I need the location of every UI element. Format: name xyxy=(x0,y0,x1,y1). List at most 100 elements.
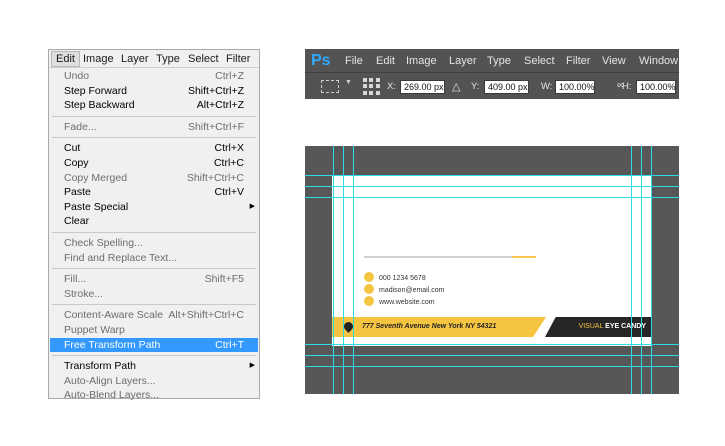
menu-item-fade[interactable]: Fade... Shift+Ctrl+F xyxy=(50,120,258,135)
email-text: madison@email.com xyxy=(379,287,445,294)
guide-vertical[interactable] xyxy=(343,146,344,394)
menubar-select[interactable]: Select xyxy=(184,51,223,67)
w-field[interactable]: 100.00% xyxy=(555,80,595,94)
menu-item-paste-special[interactable]: Paste Special ▶ xyxy=(50,200,258,215)
menu-item-cut[interactable]: Cut Ctrl+X xyxy=(50,141,258,156)
brand-bold: EYE CANDY xyxy=(605,323,646,330)
menu-item-label: Auto-Blend Layers... xyxy=(64,389,160,402)
menubar-layer[interactable]: Layer xyxy=(117,51,153,67)
menu-item-label: Copy xyxy=(64,156,89,169)
menu-item-shortcut: Shift+Ctrl+F xyxy=(187,120,244,133)
ps-menu-layer[interactable]: Layer xyxy=(449,49,477,73)
guide-horizontal[interactable] xyxy=(305,344,679,345)
reference-point-grid-icon[interactable] xyxy=(362,77,381,96)
menubar-image[interactable]: Image xyxy=(79,51,118,67)
ps-logo: Ps xyxy=(311,52,331,69)
y-field[interactable]: 409.00 px xyxy=(484,80,529,94)
submenu-arrow-icon: ▶ xyxy=(249,202,255,210)
menu-item-label: Stroke... xyxy=(64,287,104,300)
menu-item-free-transform-path[interactable]: Free Transform Path Ctrl+T xyxy=(50,337,258,353)
menu-item-shortcut: Shift+Ctrl+Z xyxy=(187,84,244,97)
screenshot-stage: Edit Image Layer Type Select Filter Undo… xyxy=(0,0,725,446)
menu-item-paste[interactable]: Paste Ctrl+V xyxy=(50,185,258,200)
menu-item-puppet-warp[interactable]: Puppet Warp xyxy=(50,323,258,338)
guide-vertical[interactable] xyxy=(631,146,632,394)
ps-menu-bar: Ps File Edit Image Layer Type Select Fil… xyxy=(305,49,679,73)
menu-item-fill[interactable]: Fill... Shift+F5 xyxy=(50,272,258,287)
ps-menu-select[interactable]: Select xyxy=(524,49,555,73)
menu-item-copy[interactable]: Copy Ctrl+C xyxy=(50,156,258,171)
guide-horizontal[interactable] xyxy=(305,175,679,176)
phone-text: 000 1234 5678 xyxy=(379,275,426,282)
phone-icon xyxy=(364,272,374,283)
menubar-edit[interactable]: Edit xyxy=(51,51,80,67)
menu-item-shortcut: Shift+Ctrl+C xyxy=(186,171,244,184)
phone-row: 000 1234 5678 xyxy=(364,272,426,285)
chevron-down-icon[interactable]: ▼ xyxy=(345,79,352,86)
menu-item-stroke[interactable]: Stroke... xyxy=(50,287,258,302)
menu-separator xyxy=(50,265,258,272)
menu-item-copy-merged[interactable]: Copy Merged Shift+Ctrl+C xyxy=(50,171,258,186)
ps-menu-type[interactable]: Type xyxy=(487,49,511,73)
menu-item-check-spelling[interactable]: Check Spelling... xyxy=(50,236,258,251)
w-label: W: xyxy=(541,81,553,92)
menu-separator xyxy=(50,301,258,308)
ps-menu-edit[interactable]: Edit xyxy=(376,49,395,73)
menubar-type[interactable]: Type xyxy=(152,51,184,67)
accent-line-fill xyxy=(512,256,536,258)
photoshop-toolbar: Ps File Edit Image Layer Type Select Fil… xyxy=(305,49,679,99)
guide-vertical[interactable] xyxy=(651,146,652,394)
guide-vertical[interactable] xyxy=(333,146,334,394)
menubar-filter[interactable]: Filter xyxy=(222,51,254,67)
menu-item-transform-path[interactable]: Transform Path ▶ xyxy=(50,359,258,374)
menu-item-shortcut: Ctrl+C xyxy=(213,156,244,169)
menu-item-clear[interactable]: Clear xyxy=(50,214,258,229)
guide-horizontal[interactable] xyxy=(305,355,679,356)
menu-item-label: Step Forward xyxy=(64,84,128,97)
brand-light: VISUAL xyxy=(578,323,606,330)
menu-item-step-backward[interactable]: Step Backward Alt+Ctrl+Z xyxy=(50,98,258,113)
menu-item-label: Puppet Warp xyxy=(64,323,125,336)
document-canvas[interactable]: 000 1234 5678 madison@email.com www.webs… xyxy=(305,146,679,394)
ps-menu-file[interactable]: File xyxy=(345,49,363,73)
menu-item-label: Auto-Align Layers... xyxy=(64,374,156,387)
h-field[interactable]: 100.00% xyxy=(636,80,676,94)
menu-item-label: Free Transform Path xyxy=(64,338,161,351)
x-label: X: xyxy=(387,81,396,92)
menu-item-shortcut: Alt+Shift+Ctrl+C xyxy=(168,309,244,322)
menu-item-auto-blend-layers[interactable]: Auto-Blend Layers... xyxy=(50,388,258,403)
menu-item-label: Transform Path xyxy=(64,360,136,373)
ps-menu-image[interactable]: Image xyxy=(406,49,437,73)
menu-item-content-aware-scale[interactable]: Content-Aware Scale Alt+Shift+Ctrl+C xyxy=(50,308,258,323)
menu-item-auto-align-layers[interactable]: Auto-Align Layers... xyxy=(50,374,258,389)
email-icon xyxy=(364,284,374,295)
menu-separator xyxy=(50,134,258,141)
menu-item-label: Check Spelling... xyxy=(64,236,143,249)
menu-item-shortcut: Ctrl+X xyxy=(214,142,244,155)
edit-menu-list: Undo Ctrl+Z Step Forward Shift+Ctrl+Z Step B… xyxy=(50,69,258,403)
guide-horizontal[interactable] xyxy=(305,366,679,367)
move-transform-icon[interactable] xyxy=(321,80,339,93)
ps-menu-view[interactable]: View xyxy=(602,49,626,73)
email-row: madison@email.com xyxy=(364,284,445,297)
brand-band: VISUAL EYE CANDY xyxy=(545,317,652,337)
guide-vertical[interactable] xyxy=(353,146,354,394)
menu-item-label: Paste Special xyxy=(64,200,129,213)
menu-item-label: Copy Merged xyxy=(64,171,128,184)
menu-item-undo[interactable]: Undo Ctrl+Z xyxy=(50,69,258,84)
delta-icon[interactable]: △ xyxy=(452,80,460,93)
guide-horizontal[interactable] xyxy=(305,197,679,198)
menu-item-label: Find and Replace Text... xyxy=(64,251,178,264)
website-row: www.website.com xyxy=(364,296,435,309)
ps-menu-window[interactable]: Window xyxy=(639,49,678,73)
guide-vertical[interactable] xyxy=(641,146,642,394)
menu-item-step-forward[interactable]: Step Forward Shift+Ctrl+Z xyxy=(50,84,258,99)
x-field[interactable]: 269.00 px xyxy=(400,80,445,94)
guide-horizontal[interactable] xyxy=(305,186,679,187)
menu-item-find-and-replace-text[interactable]: Find and Replace Text... xyxy=(50,251,258,266)
menu-item-label: Clear xyxy=(64,215,90,228)
menu-item-label: Fade... xyxy=(64,120,97,133)
ps-menu-filter[interactable]: Filter xyxy=(566,49,590,73)
menu-item-label: Undo xyxy=(64,70,90,82)
submenu-arrow-icon: ▶ xyxy=(249,362,255,370)
